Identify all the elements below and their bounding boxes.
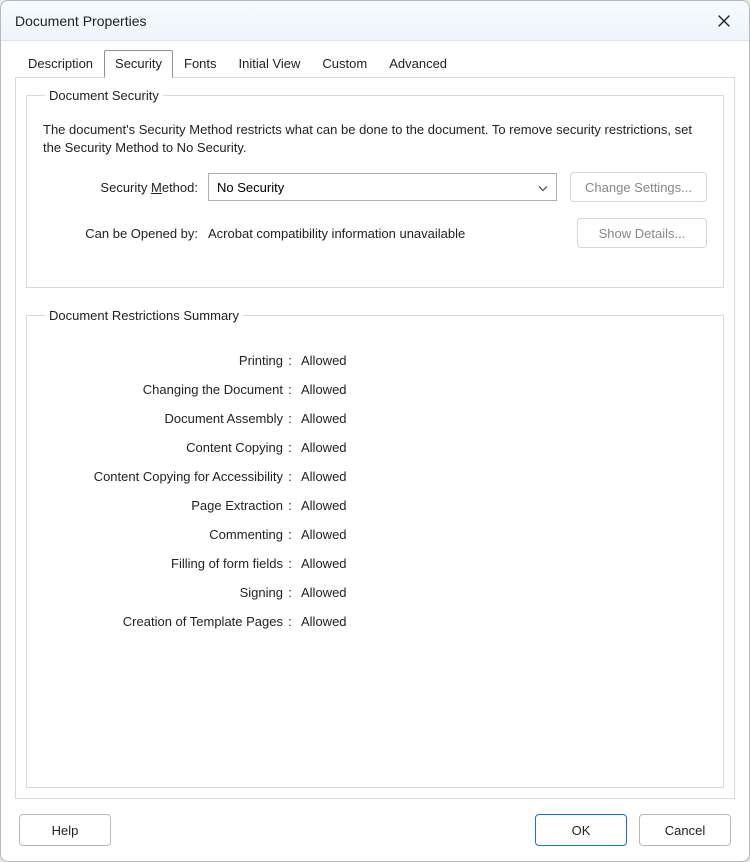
show-details-button[interactable]: Show Details... <box>577 218 707 248</box>
restriction-label: Commenting <box>43 527 283 542</box>
restrictions-grid: Printing:AllowedChanging the Document:Al… <box>43 353 707 629</box>
tabpanel-security: Document Security The document's Securit… <box>15 77 735 799</box>
opened-by-row: Can be Opened by: Acrobat compatibility … <box>43 218 707 248</box>
restriction-value: Allowed <box>301 585 707 600</box>
chevron-down-icon <box>538 180 548 195</box>
tab-custom[interactable]: Custom <box>311 50 378 78</box>
restrictions-legend: Document Restrictions Summary <box>45 308 243 323</box>
restriction-label: Signing <box>43 585 283 600</box>
titlebar: Document Properties <box>1 1 749 41</box>
security-method-label: Security Method: <box>43 180 198 195</box>
change-settings-button[interactable]: Change Settings... <box>570 172 707 202</box>
restrictions-group: Document Restrictions Summary Printing:A… <box>26 308 724 788</box>
restriction-value: Allowed <box>301 469 707 484</box>
restriction-label: Page Extraction <box>43 498 283 513</box>
dialog-footer: Help OK Cancel <box>1 799 749 861</box>
restriction-value: Allowed <box>301 382 707 397</box>
security-method-value: No Security <box>217 180 284 195</box>
tab-initial-view[interactable]: Initial View <box>228 50 312 78</box>
restriction-value: Allowed <box>301 498 707 513</box>
close-button[interactable] <box>707 6 741 36</box>
restriction-value: Allowed <box>301 440 707 455</box>
restriction-label: Creation of Template Pages <box>43 614 283 629</box>
security-method-row: Security Method: No Security Change Sett… <box>43 172 707 202</box>
restriction-label: Document Assembly <box>43 411 283 426</box>
document-security-group: Document Security The document's Securit… <box>26 88 724 288</box>
tab-fonts[interactable]: Fonts <box>173 50 228 78</box>
opened-by-label: Can be Opened by: <box>43 226 198 241</box>
restriction-label: Content Copying for Accessibility <box>43 469 283 484</box>
tab-security[interactable]: Security <box>104 50 173 78</box>
tab-advanced[interactable]: Advanced <box>378 50 458 78</box>
restriction-value: Allowed <box>301 411 707 426</box>
tabstrip: DescriptionSecurityFontsInitial ViewCust… <box>17 49 735 77</box>
restriction-value: Allowed <box>301 614 707 629</box>
help-button[interactable]: Help <box>19 814 111 846</box>
document-security-legend: Document Security <box>45 88 163 103</box>
tab-description[interactable]: Description <box>17 50 104 78</box>
ok-button[interactable]: OK <box>535 814 627 846</box>
cancel-button[interactable]: Cancel <box>639 814 731 846</box>
restriction-label: Printing <box>43 353 283 368</box>
security-method-select[interactable]: No Security <box>208 173 557 201</box>
window-title: Document Properties <box>15 13 707 29</box>
restriction-value: Allowed <box>301 527 707 542</box>
opened-by-value: Acrobat compatibility information unavai… <box>208 226 557 241</box>
restriction-label: Changing the Document <box>43 382 283 397</box>
dialog-content: DescriptionSecurityFontsInitial ViewCust… <box>1 41 749 799</box>
close-icon <box>718 15 730 27</box>
security-intro-text: The document's Security Method restricts… <box>43 121 707 156</box>
restriction-value: Allowed <box>301 353 707 368</box>
document-properties-dialog: Document Properties DescriptionSecurityF… <box>0 0 750 862</box>
restriction-value: Allowed <box>301 556 707 571</box>
restriction-label: Content Copying <box>43 440 283 455</box>
restriction-label: Filling of form fields <box>43 556 283 571</box>
